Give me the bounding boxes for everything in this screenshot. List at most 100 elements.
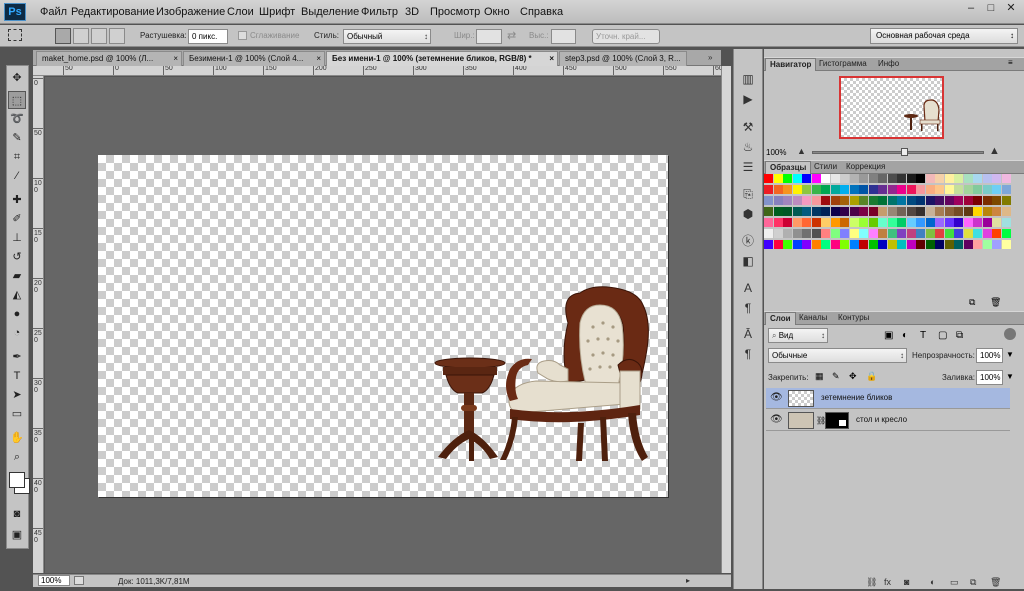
color-swatch[interactable] bbox=[1001, 240, 1011, 249]
filter-type-icon[interactable]: T bbox=[920, 330, 926, 341]
color-swatch[interactable] bbox=[821, 174, 830, 183]
color-swatch[interactable] bbox=[849, 240, 859, 249]
color-swatch[interactable] bbox=[764, 240, 773, 249]
color-swatch[interactable] bbox=[792, 240, 802, 249]
color-swatch[interactable] bbox=[764, 207, 773, 216]
color-swatch[interactable] bbox=[764, 174, 773, 183]
swatches-grid[interactable] bbox=[764, 174, 1012, 254]
color-swatch[interactable] bbox=[963, 229, 973, 238]
color-swatch[interactable] bbox=[916, 229, 925, 238]
filter-shape-icon[interactable]: ▢ bbox=[938, 330, 947, 341]
color-swatch[interactable] bbox=[935, 196, 944, 205]
color-swatch[interactable] bbox=[802, 207, 811, 216]
color-swatch[interactable] bbox=[954, 196, 963, 205]
character-styles-icon[interactable]: Ā bbox=[738, 325, 758, 343]
color-swatch[interactable] bbox=[973, 218, 982, 227]
masks-panel-icon[interactable]: ◧ bbox=[738, 252, 758, 270]
subtract-selection-icon[interactable] bbox=[91, 28, 107, 44]
color-swatch[interactable] bbox=[954, 174, 963, 183]
color-swatch[interactable] bbox=[906, 207, 916, 216]
color-swatch[interactable] bbox=[859, 229, 868, 238]
screen-mode-icon[interactable]: ▣ bbox=[8, 526, 26, 544]
dodge-tool-icon[interactable]: ◔ bbox=[8, 324, 26, 342]
history-brush-tool-icon[interactable]: ↺ bbox=[8, 248, 26, 266]
color-swatch[interactable] bbox=[840, 185, 849, 194]
brush-presets-icon[interactable]: ☰ bbox=[738, 158, 758, 176]
refine-edge-button[interactable]: Уточн. край... bbox=[592, 29, 660, 44]
zoom-in-icon[interactable]: ▲ bbox=[989, 145, 1000, 157]
color-swatch[interactable] bbox=[906, 196, 916, 205]
workspace-select[interactable]: Основная рабочая среда bbox=[870, 28, 1018, 44]
color-swatch[interactable] bbox=[811, 229, 821, 238]
color-swatch[interactable] bbox=[944, 229, 954, 238]
color-swatch[interactable] bbox=[802, 185, 811, 194]
color-swatch[interactable] bbox=[878, 174, 887, 183]
color-swatch[interactable] bbox=[992, 207, 1001, 216]
intersect-selection-icon[interactable] bbox=[109, 28, 125, 44]
color-swatch[interactable] bbox=[963, 207, 973, 216]
layer-row[interactable]: 👁 ⛓ стол и кресло bbox=[766, 410, 1010, 431]
color-swatch[interactable] bbox=[906, 218, 916, 227]
color-swatch[interactable] bbox=[992, 174, 1001, 183]
lock-position-icon[interactable]: ✥ bbox=[849, 371, 857, 382]
color-swatch[interactable] bbox=[849, 196, 859, 205]
clone-source-icon[interactable]: ⎘ bbox=[738, 185, 758, 203]
color-swatch[interactable] bbox=[973, 207, 982, 216]
color-swatch[interactable] bbox=[1001, 174, 1011, 183]
tab-bezimeni[interactable]: Безимени-1 @ 100% (Слой 4... × bbox=[183, 51, 325, 66]
color-swatch[interactable] bbox=[925, 196, 935, 205]
opacity-input[interactable]: 100% bbox=[976, 348, 1003, 363]
tabs-overflow-icon[interactable]: » bbox=[708, 53, 712, 62]
color-swatch[interactable] bbox=[906, 240, 916, 249]
color-swatch[interactable] bbox=[944, 240, 954, 249]
color-swatch[interactable] bbox=[973, 240, 982, 249]
color-swatch[interactable] bbox=[878, 218, 887, 227]
status-menu-arrow-icon[interactable]: ▸ bbox=[686, 576, 690, 585]
color-swatch[interactable] bbox=[840, 207, 849, 216]
color-swatch[interactable] bbox=[878, 240, 887, 249]
color-swatch[interactable] bbox=[963, 196, 973, 205]
layer-name[interactable]: зетемнение бликов bbox=[821, 393, 892, 402]
color-swatch[interactable] bbox=[811, 185, 821, 194]
color-swatch[interactable] bbox=[849, 207, 859, 216]
color-swatch[interactable] bbox=[954, 207, 963, 216]
color-swatch[interactable] bbox=[859, 185, 868, 194]
color-swatch[interactable] bbox=[773, 185, 783, 194]
close-button[interactable]: ✕ bbox=[1002, 2, 1020, 16]
zoom-slider-handle[interactable] bbox=[900, 148, 908, 156]
quick-select-tool-icon[interactable]: ✎ bbox=[8, 129, 26, 147]
color-swatch[interactable] bbox=[887, 218, 897, 227]
kuler-icon[interactable]: ⓚ bbox=[738, 232, 758, 250]
color-swatch[interactable] bbox=[764, 196, 773, 205]
zoom-tool-icon[interactable]: ⌕ bbox=[8, 448, 26, 466]
shape-tool-icon[interactable]: ▭ bbox=[8, 405, 26, 423]
color-swatch[interactable] bbox=[982, 229, 992, 238]
visibility-eye-icon[interactable]: 👁 bbox=[770, 392, 783, 403]
color-swatch[interactable] bbox=[887, 207, 897, 216]
menu-filter[interactable]: Фильтр bbox=[361, 6, 398, 18]
color-swatch[interactable] bbox=[849, 185, 859, 194]
color-swatch[interactable] bbox=[992, 218, 1001, 227]
color-swatch[interactable] bbox=[868, 240, 878, 249]
color-swatch[interactable] bbox=[992, 185, 1001, 194]
tab-info[interactable]: Инфо bbox=[874, 58, 903, 71]
color-swatch[interactable] bbox=[802, 196, 811, 205]
color-swatch[interactable] bbox=[887, 229, 897, 238]
color-swatch[interactable] bbox=[982, 218, 992, 227]
color-swatch[interactable] bbox=[925, 174, 935, 183]
brush-tool-icon[interactable]: ✐ bbox=[8, 210, 26, 228]
menu-help[interactable]: Справка bbox=[520, 6, 563, 18]
tab-navigator[interactable]: Навигатор bbox=[765, 58, 817, 71]
new-swatch-icon[interactable]: ⧉ bbox=[969, 297, 975, 308]
color-swatch[interactable] bbox=[783, 196, 792, 205]
character-panel-icon[interactable]: A bbox=[738, 279, 758, 297]
color-swatch[interactable] bbox=[773, 218, 783, 227]
color-swatch[interactable] bbox=[868, 196, 878, 205]
color-swatch[interactable] bbox=[887, 174, 897, 183]
type-tool-icon[interactable]: T bbox=[8, 367, 26, 385]
maximize-button[interactable]: □ bbox=[982, 2, 1000, 16]
navigator-preview[interactable] bbox=[839, 76, 944, 139]
marquee-preset-icon[interactable] bbox=[8, 29, 22, 41]
tab-active-document[interactable]: Без имени-1 @ 100% (зетемнение бликов, R… bbox=[326, 51, 558, 66]
color-swatch[interactable] bbox=[897, 196, 906, 205]
